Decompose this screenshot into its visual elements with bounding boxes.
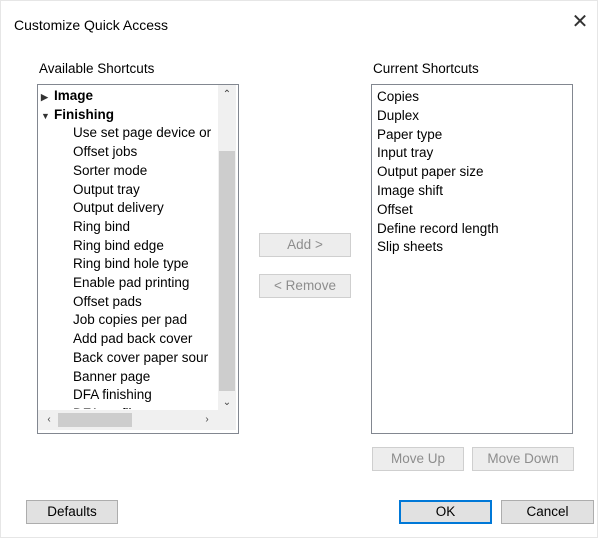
tree-item[interactable]: Offset pads [73,292,142,311]
current-shortcuts-label: Current Shortcuts [373,61,479,76]
move-down-button[interactable]: Move Down [472,447,574,471]
tree-group-label: Finishing [54,106,114,122]
move-up-button[interactable]: Move Up [372,447,464,471]
scroll-up-icon[interactable]: ⌃ [218,87,236,103]
scroll-right-icon[interactable]: › [198,412,216,428]
tree-item[interactable]: Ring bind edge [73,236,164,255]
current-shortcut-item[interactable]: Slip sheets [377,237,443,256]
close-icon[interactable]: ✕ [569,11,591,33]
tree-item[interactable]: Banner page [73,367,150,386]
tree-item[interactable]: Sorter mode [73,161,147,180]
current-shortcut-item[interactable]: Input tray [377,143,433,162]
available-items-container: ▶ Image ▼ Finishing Use set page device or Of… [38,85,216,409]
dialog-title: Customize Quick Access [14,17,169,33]
vertical-scroll-thumb[interactable] [219,151,235,391]
tree-item[interactable]: Enable pad printing [73,273,189,292]
current-shortcut-item[interactable]: Output paper size [377,162,484,181]
horizontal-scrollbar[interactable]: ‹ › [38,410,218,430]
customize-quick-access-dialog: Customize Quick Access ✕ Available Short… [0,0,598,538]
ok-button[interactable]: OK [399,500,492,524]
current-shortcut-item[interactable]: Image shift [377,181,443,200]
current-shortcut-item[interactable]: Duplex [377,106,419,125]
tree-item[interactable]: Job copies per pad [73,310,187,329]
current-shortcuts-list[interactable]: Copies Duplex Paper type Input tray Output p… [371,84,573,434]
current-shortcut-item[interactable]: Copies [377,87,419,106]
tree-group-item[interactable]: ▼ Finishing [41,105,114,124]
tree-item[interactable]: Ring bind [73,217,130,236]
tree-item[interactable]: DFA profile [73,404,139,409]
tree-item[interactable]: Back cover paper sour [73,348,208,367]
current-shortcut-item[interactable]: Paper type [377,125,442,144]
tree-group-item[interactable]: ▶ Image [41,86,93,105]
tree-item[interactable]: Output delivery [73,198,164,217]
expand-down-icon[interactable]: ▼ [41,107,50,126]
current-shortcut-item[interactable]: Define record length [377,219,499,238]
current-shortcut-item[interactable]: Offset [377,200,413,219]
tree-item[interactable]: Offset jobs [73,142,137,161]
horizontal-scroll-thumb[interactable] [58,413,132,427]
tree-group-label: Image [54,88,94,103]
available-shortcuts-list[interactable]: ▶ Image ▼ Finishing Use set page device or Of… [37,84,239,434]
tree-item[interactable]: Ring bind hole type [73,254,189,273]
vertical-scrollbar[interactable]: ⌃ ⌄ [218,85,236,415]
defaults-button[interactable]: Defaults [26,500,118,524]
scrollbar-corner [218,410,236,430]
cancel-button[interactable]: Cancel [501,500,594,524]
add-button[interactable]: Add > [259,233,351,257]
scroll-left-icon[interactable]: ‹ [40,412,58,428]
available-shortcuts-label: Available Shortcuts [39,61,155,76]
tree-item[interactable]: Use set page device or [73,123,211,142]
tree-item[interactable]: DFA finishing [73,385,152,404]
scroll-down-icon[interactable]: ⌄ [218,395,236,411]
remove-button[interactable]: < Remove [259,274,351,298]
tree-item[interactable]: Add pad back cover [73,329,192,348]
tree-item[interactable]: Output tray [73,180,140,199]
